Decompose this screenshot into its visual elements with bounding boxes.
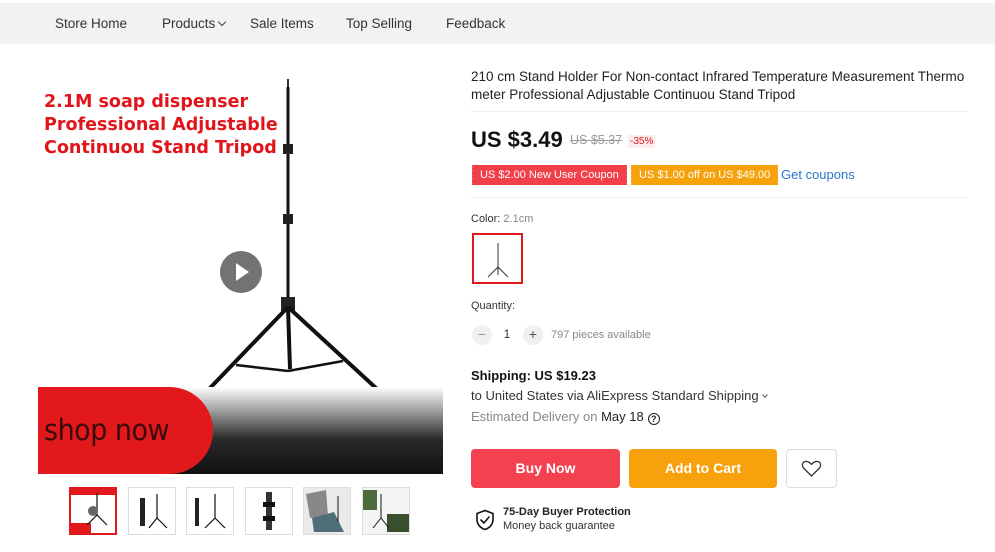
- nav-top-selling[interactable]: Top Selling: [346, 16, 412, 31]
- quantity-input[interactable]: 1: [500, 327, 514, 341]
- divider: [471, 197, 968, 198]
- promo-line: Professional Adjustable: [44, 115, 278, 135]
- quantity-decrease-button[interactable]: −: [472, 325, 492, 345]
- nav-feedback[interactable]: Feedback: [446, 16, 505, 31]
- wishlist-button[interactable]: [786, 449, 837, 488]
- new-user-coupon[interactable]: US $2.00 New User Coupon: [470, 165, 627, 185]
- heart-icon: [801, 460, 822, 477]
- thumbnail-image: [363, 488, 409, 534]
- thumbnail-image: [71, 489, 115, 533]
- thumbnail-image: [140, 494, 168, 529]
- store-nav-bar: Store Home Products Sale Items Top Selli…: [0, 0, 995, 44]
- product-title-line: 210 cm Stand Holder For Non-contact Infr…: [471, 69, 965, 84]
- thumbnail-3[interactable]: [186, 487, 234, 535]
- color-label-text: Color:: [471, 213, 501, 225]
- nav-products[interactable]: Products: [162, 16, 227, 31]
- delivery-prefix: Estimated Delivery on: [471, 409, 598, 424]
- play-icon: [236, 263, 249, 281]
- thumbnail-2[interactable]: [128, 487, 176, 535]
- quantity-label: Quantity:: [471, 300, 516, 312]
- buy-now-button[interactable]: Buy Now: [471, 449, 620, 488]
- nav-products-label: Products: [162, 16, 216, 31]
- nav-store-home[interactable]: Store Home: [55, 16, 127, 31]
- shop-now-text: shop now: [44, 413, 170, 448]
- thumbnail-5[interactable]: [303, 487, 351, 535]
- buyer-protection-subtitle: Money back guarantee: [503, 520, 615, 532]
- product-title: 210 cm Stand Holder For Non-contact Infr…: [471, 68, 966, 104]
- divider: [471, 111, 968, 112]
- chevron-down-icon: [761, 392, 768, 398]
- shield-check-icon: [476, 509, 494, 531]
- store-coupon[interactable]: US $1.00 off on US $49.00: [628, 165, 779, 185]
- thumbnail-image: [304, 488, 350, 534]
- chevron-down-icon: [218, 17, 227, 27]
- color-option-2-1cm[interactable]: [472, 233, 523, 284]
- current-price: US $3.49: [471, 127, 563, 152]
- original-price: US $5.37: [570, 133, 623, 147]
- shipping-detail-text: to United States via AliExpress Standard…: [471, 388, 759, 403]
- color-label: Color: 2.1cm: [471, 213, 533, 225]
- color-value: 2.1cm: [503, 213, 534, 225]
- delivery-date: May 18: [601, 409, 644, 424]
- promo-line: 2.1M soap dispenser: [44, 92, 249, 112]
- quantity-increase-button[interactable]: +: [523, 325, 543, 345]
- promo-title: 2.1M soap dispenser Professional Adjusta…: [44, 91, 278, 160]
- tripod-swatch-image: [487, 243, 509, 278]
- thumbnail-6[interactable]: [362, 487, 410, 535]
- thumbnail-image: [195, 494, 226, 529]
- thumbnail-image: [263, 492, 275, 530]
- play-video-button[interactable]: [220, 251, 262, 293]
- main-product-image[interactable]: 2.1M soap dispenser Professional Adjusta…: [38, 69, 443, 474]
- shipping-method-selector[interactable]: to United States via AliExpress Standard…: [471, 388, 768, 403]
- product-photo: 2.1M soap dispenser Professional Adjusta…: [38, 69, 443, 474]
- shipping-cost: Shipping: US $19.23: [471, 368, 596, 383]
- help-icon[interactable]: ?: [647, 413, 660, 425]
- promo-line: Continuou Stand Tripod: [44, 138, 277, 158]
- discount-badge: -35%: [628, 135, 656, 148]
- estimated-delivery: Estimated Delivery on May 18?: [471, 409, 660, 425]
- product-title-line: meter Professional Adjustable Continuou …: [471, 87, 796, 102]
- get-coupons-link[interactable]: Get coupons: [781, 167, 855, 182]
- stock-available: 797 pieces available: [551, 329, 651, 341]
- thumbnail-4[interactable]: [245, 487, 293, 535]
- nav-sale-items[interactable]: Sale Items: [250, 16, 314, 31]
- add-to-cart-button[interactable]: Add to Cart: [629, 449, 777, 488]
- buyer-protection-title: 75-Day Buyer Protection: [503, 506, 631, 518]
- thumbnail-1[interactable]: [69, 487, 117, 535]
